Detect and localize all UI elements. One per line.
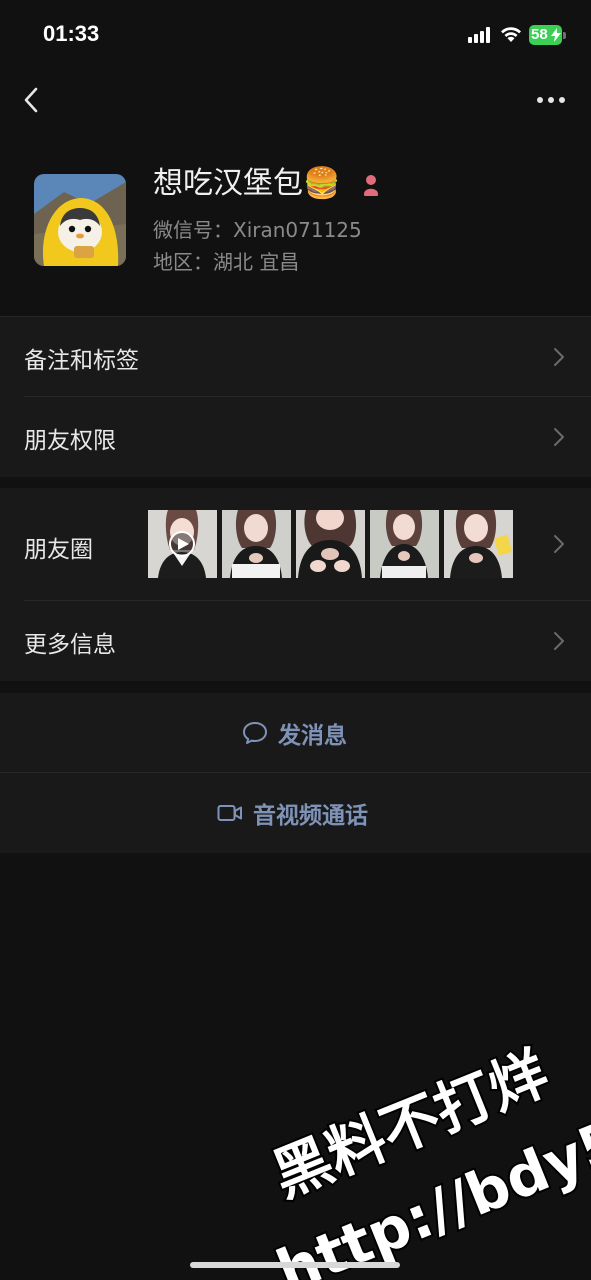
remarks-tags-label: 备注和标签 — [24, 348, 139, 374]
battery-level: 58 — [531, 26, 548, 43]
watermark-line1: 黑料不打烊 — [263, 1039, 557, 1211]
battery-indicator: 58 — [529, 25, 566, 45]
profile-name: 想吃汉堡包🍔 — [153, 166, 340, 202]
cellular-signal-icon — [468, 27, 490, 43]
region: 地区：湖北 宜昌 — [153, 250, 300, 274]
chevron-left-icon[interactable] — [18, 84, 48, 116]
settings-group: 备注和标签 朋友权限 — [0, 317, 591, 477]
watermark-line2: http://bdy5.co — [267, 1070, 591, 1280]
charging-bolt-icon — [551, 28, 561, 42]
moments-thumbnail[interactable] — [444, 510, 513, 578]
moments-group: 朋友圈 更多信息 — [0, 488, 591, 681]
moments-thumbnails[interactable] — [148, 510, 518, 578]
video-call-label: 音视频通话 — [253, 803, 368, 829]
moments-label: 朋友圈 — [24, 537, 93, 563]
more-dots-icon[interactable] — [533, 90, 569, 110]
chevron-right-icon — [554, 428, 564, 446]
send-message-button[interactable]: 发消息 — [0, 693, 591, 773]
video-camera-icon — [217, 805, 242, 821]
remarks-tags-row[interactable]: 备注和标签 — [0, 317, 591, 397]
home-indicator[interactable] — [190, 1262, 400, 1268]
moments-thumbnail[interactable] — [148, 510, 217, 578]
profile-header: 想吃汉堡包🍔 微信号：Xiran071125 地区：湖北 宜昌 — [0, 130, 591, 316]
more-info-label: 更多信息 — [24, 632, 116, 658]
moments-thumbnail[interactable] — [222, 510, 291, 578]
profile-name-text: 想吃汉堡包🍔 — [153, 166, 341, 201]
wifi-icon — [501, 27, 521, 42]
moments-thumbnail[interactable] — [296, 510, 365, 578]
navigation-bar — [0, 70, 591, 130]
chevron-right-icon — [554, 632, 564, 650]
more-info-row[interactable]: 更多信息 — [0, 601, 591, 681]
moments-thumbnail[interactable] — [370, 510, 439, 578]
chat-bubble-icon — [243, 722, 267, 744]
wechat-id: 微信号：Xiran071125 — [153, 218, 362, 242]
status-time: 01:33 — [43, 21, 100, 46]
friend-permissions-label: 朋友权限 — [24, 428, 116, 454]
video-call-button[interactable]: 音视频通话 — [0, 773, 591, 853]
avatar[interactable] — [34, 174, 126, 266]
friend-permissions-row[interactable]: 朋友权限 — [0, 397, 591, 477]
moments-row[interactable]: 朋友圈 — [0, 488, 591, 600]
chevron-right-icon — [554, 535, 564, 553]
female-icon — [364, 175, 378, 196]
status-bar: 01:33 58 — [0, 0, 591, 70]
chevron-right-icon — [554, 348, 564, 366]
send-message-label: 发消息 — [278, 723, 347, 749]
